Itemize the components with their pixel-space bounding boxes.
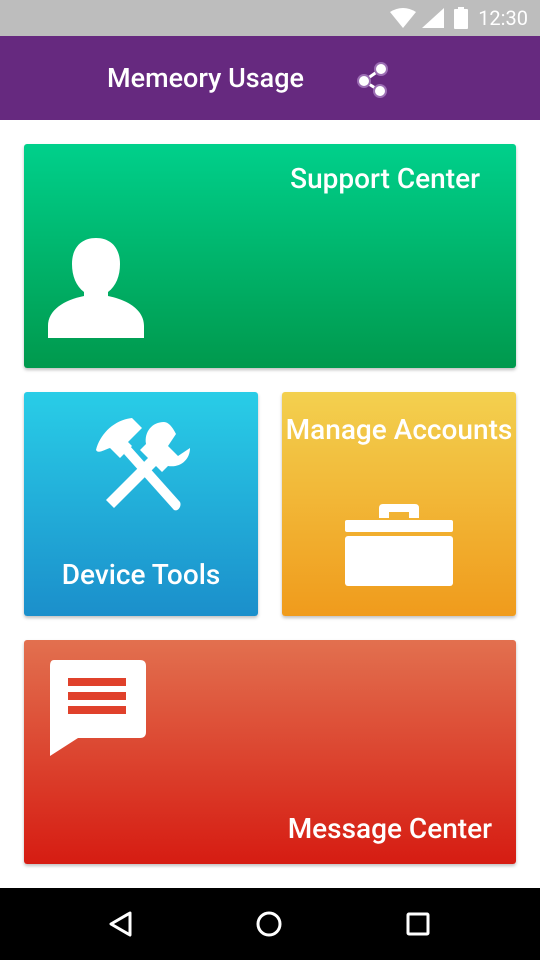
back-icon [109,911,132,937]
battery-icon [454,7,469,29]
share-icon[interactable] [354,60,392,98]
device-tools-tile[interactable]: Device Tools [24,392,258,616]
hammer-wrench-icon [96,418,190,511]
chat-message-icon [50,660,146,756]
status-icons: 12:30 [390,0,528,36]
app-bar: Memeory Usage [0,36,540,120]
app-title: Memeory Usage [107,62,304,94]
wifi-icon [390,8,417,28]
recents-icon [406,912,430,936]
message-center-tile[interactable]: Message Center [24,640,516,864]
manage-accounts-label: Manage Accounts [285,413,513,446]
status-bar: 12:30 [0,0,540,36]
cell-signal-icon [422,8,445,28]
home-icon [256,911,282,937]
navigation-bar [0,888,540,960]
manage-accounts-tile[interactable]: Manage Accounts [282,392,516,616]
briefcase-icon [345,504,453,586]
back-button[interactable] [80,888,160,960]
home-button[interactable] [229,888,309,960]
status-time: 12:30 [478,6,528,30]
device-tools-label: Device Tools [61,558,221,591]
person-icon [48,238,144,338]
support-center-label: Support Center [290,162,480,195]
support-center-tile[interactable]: Support Center [24,144,516,368]
recents-button[interactable] [378,888,458,960]
message-center-label: Message Center [287,812,492,845]
